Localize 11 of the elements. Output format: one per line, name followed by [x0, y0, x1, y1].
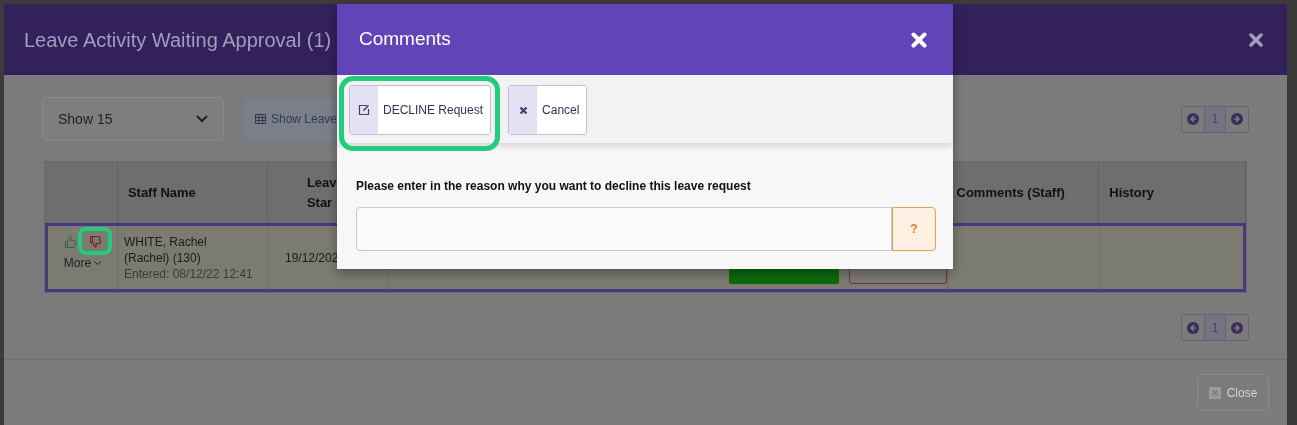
column-header: Leav Star — [306, 173, 337, 212]
staff-name: WHITE, Rachel (Rachel) (130) — [124, 234, 208, 266]
column-header: Comments (Staff) — [956, 183, 1065, 202]
select-value: Show 15 — [58, 109, 113, 129]
column-header: History — [1109, 183, 1155, 202]
dialog-title: Comments — [359, 27, 451, 52]
column-header: Staff Name — [127, 183, 196, 202]
table-cell-text: 19/12/202 — [285, 249, 339, 267]
modal-title: Leave Activity Waiting Approval (1) — [24, 27, 332, 53]
entered-date: Entered: 08/12/22 12:41 — [124, 266, 254, 282]
prompt-label: Please enter in the reason why you want to decline this leave request — [356, 178, 752, 195]
